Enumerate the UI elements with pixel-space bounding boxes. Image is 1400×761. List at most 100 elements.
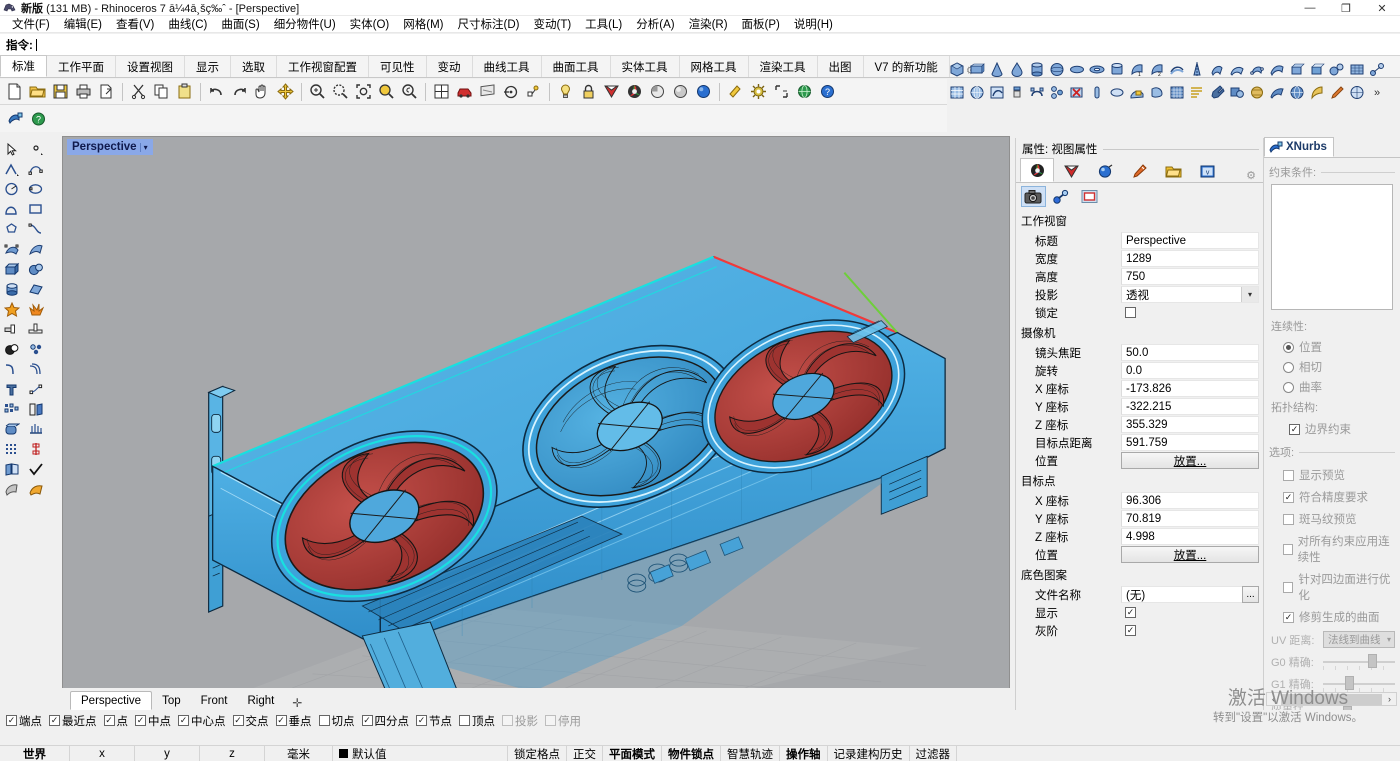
zoom-previous-icon[interactable] — [400, 82, 419, 101]
osnap-0[interactable]: ✓端点 — [6, 713, 42, 729]
color-wheel-icon[interactable] — [625, 82, 644, 101]
xnurbs-option-1[interactable]: ✓符合精度要求 — [1269, 486, 1395, 508]
toolbar-tab-1[interactable]: 工作平面 — [47, 56, 116, 77]
toolbar-tab-7[interactable]: 变动 — [427, 56, 473, 77]
box-icon[interactable] — [968, 61, 986, 79]
mesh-split-icon[interactable] — [1048, 84, 1066, 102]
sphere-solid-icon[interactable] — [25, 260, 47, 279]
tab-display[interactable] — [1054, 160, 1088, 182]
split-icon[interactable] — [25, 320, 47, 339]
menu-mesh[interactable]: 网格(M) — [396, 15, 450, 33]
mesh-delete-icon[interactable] — [1068, 84, 1086, 102]
property-checkbox[interactable] — [1121, 304, 1259, 321]
copy-icon[interactable] — [152, 82, 171, 101]
hemisphere-icon[interactable] — [648, 82, 667, 101]
extrude-multi-icon[interactable] — [25, 420, 47, 439]
osnap-9[interactable]: ✓节点 — [416, 713, 452, 729]
mesh-pipe-icon[interactable] — [1088, 84, 1106, 102]
mesh-apply-icon[interactable] — [1128, 84, 1146, 102]
osnap-4[interactable]: ✓中心点 — [178, 713, 226, 729]
box-solid-icon[interactable] — [1, 260, 23, 279]
menu-curve[interactable]: 曲线(C) — [161, 15, 214, 33]
more-tools-icon[interactable]: » — [1368, 84, 1386, 102]
boolean-icon[interactable] — [1, 340, 23, 359]
subd-box-icon[interactable] — [1, 420, 23, 439]
property-value-input[interactable]: Perspective — [1121, 232, 1259, 249]
mesh-weld-icon[interactable] — [1028, 84, 1046, 102]
wrench-icon[interactable] — [1208, 84, 1226, 102]
layer-icon[interactable] — [602, 82, 621, 101]
mesh-plane-icon[interactable] — [1108, 84, 1126, 102]
uv-distance-combo[interactable]: 法线到曲线 ▾ — [1323, 631, 1395, 648]
boundary-constraint-checkbox[interactable]: ✓ 边界约束 — [1269, 418, 1395, 440]
menu-view[interactable]: 查看(V) — [109, 15, 161, 33]
osnap-1[interactable]: ✓最近点 — [49, 713, 97, 729]
menu-tools[interactable]: 工具(L) — [578, 15, 629, 33]
viewport-tab-top[interactable]: Top — [152, 691, 191, 710]
cylinder-icon[interactable] — [1028, 61, 1046, 79]
osnap-11[interactable]: 投影 — [502, 713, 538, 729]
property-value-input[interactable]: 70.819 — [1121, 510, 1259, 527]
tab-xnurbs[interactable]: XNurbs — [1264, 137, 1334, 157]
cage-edit-icon[interactable] — [25, 440, 47, 459]
text-tool-icon[interactable] — [1, 380, 23, 399]
check-icon[interactable] — [25, 460, 47, 479]
render-preview-amber-icon[interactable] — [25, 480, 47, 499]
continuity-option-1[interactable]: 相切 — [1269, 357, 1395, 377]
viewport-label[interactable]: Perspective ▾ — [67, 139, 153, 155]
xnurbs-option-5[interactable]: ✓修剪生成的曲面 — [1269, 606, 1395, 628]
mesh-sail-icon[interactable] — [1308, 84, 1326, 102]
subtab-link[interactable] — [1049, 186, 1074, 207]
status-cell-4[interactable]: 毫米 — [265, 746, 333, 761]
help-question-icon[interactable]: ? — [29, 109, 48, 128]
subtab-camera[interactable] — [1021, 186, 1046, 207]
blue-sphere-icon[interactable] — [694, 82, 713, 101]
tab-material[interactable] — [1020, 158, 1054, 182]
zoom-in-icon[interactable] — [308, 82, 327, 101]
fillet-curve-icon[interactable] — [1, 360, 23, 379]
tube-icon[interactable] — [1108, 61, 1126, 79]
clipping-plane-icon[interactable] — [726, 82, 745, 101]
scroll-left-icon[interactable]: ‹ — [1267, 694, 1280, 704]
toolbar-tab-2[interactable]: 设置视图 — [116, 56, 185, 77]
list-lines-icon[interactable] — [1188, 84, 1206, 102]
mesh-offset-icon[interactable] — [1008, 84, 1026, 102]
osnap-6[interactable]: ✓垂点 — [276, 713, 312, 729]
property-value-input[interactable]: -322.215 — [1121, 398, 1259, 415]
polygon-icon[interactable] — [1, 220, 23, 239]
unroll-icon[interactable] — [1348, 84, 1366, 102]
property-value-input[interactable]: 591.759 — [1121, 434, 1259, 451]
status-cell-11[interactable]: 操作轴 — [780, 746, 828, 761]
zoom-extents-icon[interactable] — [354, 82, 373, 101]
open-file-icon[interactable] — [28, 82, 47, 101]
lock-icon[interactable] — [579, 82, 598, 101]
cylinder-solid-icon[interactable] — [1, 280, 23, 299]
tab-folder[interactable] — [1156, 160, 1190, 182]
explode-icon[interactable] — [25, 300, 47, 319]
add-viewport-icon[interactable]: ✛ — [284, 696, 310, 710]
zoom-selected-icon[interactable] — [377, 82, 396, 101]
toolbar-tab-5[interactable]: 工作视窗配置 — [277, 56, 369, 77]
mesh-globe-icon[interactable] — [1288, 84, 1306, 102]
property-value-input[interactable]: 750 — [1121, 268, 1259, 285]
toolbar-tab-14[interactable]: V7 的新功能 — [864, 56, 950, 77]
print-icon[interactable] — [74, 82, 93, 101]
place-button[interactable]: 放置... — [1121, 546, 1259, 563]
network-surface-icon[interactable] — [1248, 61, 1266, 79]
snapshot-icon[interactable] — [772, 82, 791, 101]
property-value-input[interactable]: 96.306 — [1121, 492, 1259, 509]
viewport-tab-perspective[interactable]: Perspective — [70, 691, 152, 710]
mesh-sphere-icon[interactable] — [968, 84, 986, 102]
property-value-input[interactable]: 0.0 — [1121, 362, 1259, 379]
revolve-icon[interactable] — [1188, 61, 1206, 79]
undo-icon[interactable] — [207, 82, 226, 101]
property-checkbox[interactable]: ✓ — [1121, 622, 1259, 639]
grid-points-icon[interactable] — [1, 440, 23, 459]
select-arrow-icon[interactable] — [1, 140, 23, 159]
torus-icon[interactable] — [1088, 61, 1106, 79]
toolbar-tab-13[interactable]: 出图 — [818, 56, 864, 77]
continuity-option-0[interactable]: 位置 — [1269, 337, 1395, 357]
menu-solid[interactable]: 实体(O) — [343, 15, 397, 33]
curve-control-points-icon[interactable] — [25, 160, 47, 179]
xnurbs-option-4[interactable]: 针对四边面进行优化 — [1269, 568, 1395, 606]
